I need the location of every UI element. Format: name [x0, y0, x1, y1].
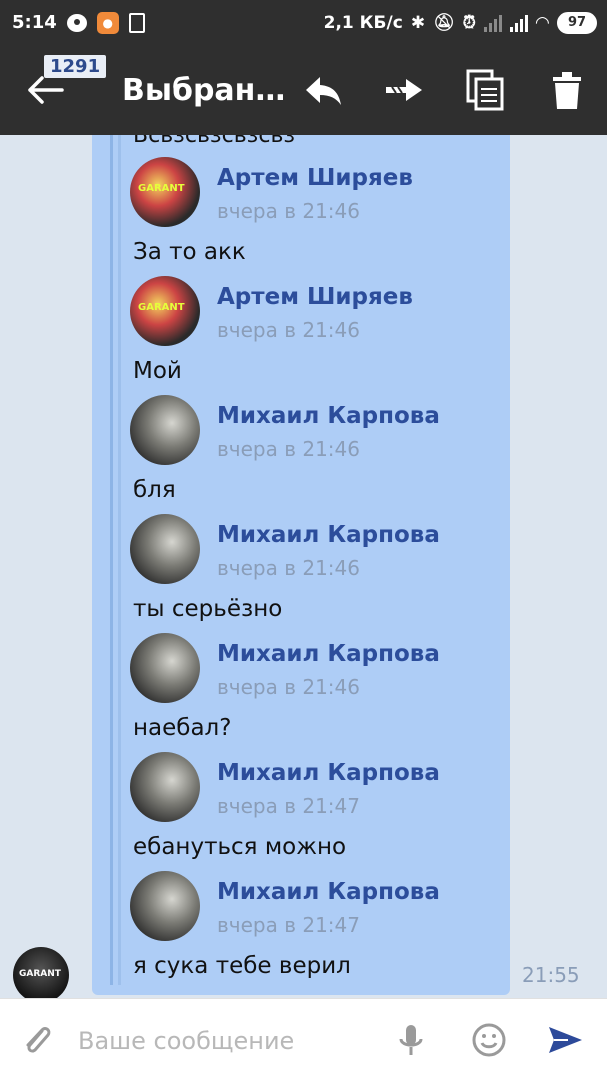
sent-time: 21:55 [522, 963, 580, 987]
avatar[interactable] [130, 752, 200, 822]
message-author[interactable]: Артем Ширяев [217, 165, 413, 191]
chat-area[interactable]: Всвзсвзсвзсвз GARANT Артем Ширяев вчера … [0, 135, 607, 998]
message-time: вчера в 21:47 [217, 913, 360, 937]
bluetooth-icon: ✱ [410, 12, 426, 33]
message-author[interactable]: Михаил Карпова [217, 760, 440, 786]
message-author[interactable]: Михаил Карпова [217, 403, 440, 429]
message-time: вчера в 21:46 [217, 675, 360, 699]
signal-icon-sim1 [483, 14, 502, 32]
forward-icon[interactable] [382, 67, 428, 113]
message-text: Мой [133, 358, 182, 384]
notification-app-icon [66, 13, 87, 32]
message-author[interactable]: Михаил Карпова [217, 879, 440, 905]
mic-icon[interactable] [392, 1021, 430, 1059]
message-text: я сука тебе верил [133, 953, 351, 979]
emoji-icon[interactable] [470, 1021, 508, 1059]
avatar[interactable] [130, 633, 200, 703]
quote-line-inner [118, 135, 121, 985]
avatar[interactable] [130, 514, 200, 584]
message-text: ты серьёзно [133, 596, 283, 622]
message-author[interactable]: Михаил Карпова [217, 641, 440, 667]
message-time: вчера в 21:46 [217, 318, 360, 342]
avatar[interactable]: GARANT [130, 276, 200, 346]
selection-toolbar: 1291 Выбран… [0, 45, 607, 135]
attach-icon[interactable] [18, 1021, 56, 1059]
notification-file-icon [128, 12, 145, 33]
message-input-bar [0, 998, 607, 1080]
alarm-icon: ⏰︎ [462, 12, 476, 33]
message-time: вчера в 21:46 [217, 199, 360, 223]
message-text: бля [133, 477, 176, 503]
avatar[interactable]: GARANT [130, 157, 200, 227]
message-author[interactable]: Михаил Карпова [217, 522, 440, 548]
status-bar: 5:14 ● 2,1 КБ/с ✱ 🔕︎ ⏰︎ ◠ 97 [0, 0, 607, 45]
toolbar-title: Выбран… [122, 73, 286, 108]
avatar[interactable] [130, 395, 200, 465]
message-input[interactable] [78, 1023, 378, 1059]
delete-icon[interactable] [544, 67, 590, 113]
message-text: наебал? [133, 715, 232, 741]
send-icon[interactable] [546, 1021, 584, 1059]
wifi-icon: ◠ [535, 12, 549, 33]
copy-icon[interactable] [462, 67, 508, 113]
quote-line [110, 135, 113, 985]
sender-avatar[interactable]: GARANT [13, 947, 69, 998]
avatar[interactable] [130, 871, 200, 941]
message-author[interactable]: Артем Ширяев [217, 284, 413, 310]
message-time: вчера в 21:46 [217, 556, 360, 580]
status-time: 5:14 [12, 12, 57, 33]
message-text: За то акк [133, 239, 246, 265]
message-time: вчера в 21:47 [217, 794, 360, 818]
selected-count-badge: 1291 [44, 55, 107, 78]
battery-indicator: 97 [557, 11, 597, 34]
network-speed: 2,1 КБ/с [323, 12, 403, 33]
signal-icon-sim2 [509, 14, 528, 32]
message-time: вчера в 21:46 [217, 437, 360, 461]
reply-icon[interactable] [300, 67, 346, 113]
clipped-message-text: Всвзсвзсвзсвз [133, 135, 296, 148]
notification-app-icon-2: ● [96, 11, 119, 34]
mute-icon: 🔕︎ [433, 12, 455, 33]
message-text: ебануться можно [133, 834, 347, 860]
